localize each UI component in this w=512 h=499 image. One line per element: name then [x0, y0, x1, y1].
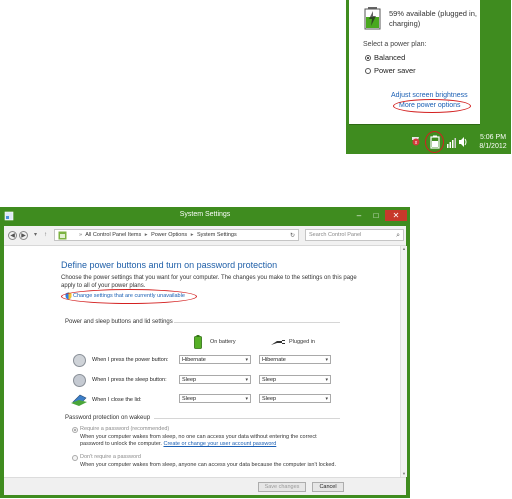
require-password-label: Require a password (recommended) — [80, 426, 170, 432]
back-arrow-icon[interactable]: ◀ — [8, 231, 17, 240]
footer-bar: Save changes Cancel — [4, 477, 406, 495]
laptop-lid-icon — [71, 394, 87, 406]
column-on-battery: On battery — [210, 339, 236, 345]
scroll-up-icon[interactable]: ▲ — [401, 246, 407, 252]
no-password-radio[interactable] — [72, 455, 78, 461]
chevron-down-icon: ▾ — [325, 357, 328, 363]
chevron-down-icon: ▾ — [325, 377, 328, 383]
address-bar: ◀ ▶ ▾ ↑ » All Control Panel Items ▸ Powe… — [4, 226, 406, 246]
power-button-battery-select[interactable]: Hibernate ▾ — [179, 355, 251, 364]
plan-option-power-saver[interactable]: Power saver — [365, 66, 416, 75]
lid-battery-select[interactable]: Sleep ▾ — [179, 394, 251, 403]
minimize-button[interactable]: – — [351, 210, 367, 221]
forward-arrow-icon[interactable]: ▶ — [19, 231, 28, 240]
sleep-button-battery-select[interactable]: Sleep ▾ — [179, 375, 251, 384]
taskbar-clock[interactable]: 5:06 PM 8/1/2012 — [476, 133, 510, 151]
breadcrumb-item[interactable]: System Settings — [197, 232, 237, 238]
sleep-button-plugged-select[interactable]: Sleep ▾ — [259, 375, 331, 384]
power-button-icon — [73, 354, 86, 367]
speaker-volume-icon[interactable] — [458, 133, 468, 151]
system-settings-window: System Settings – □ ✕ ◀ ▶ ▾ ↑ » All Cont… — [0, 207, 410, 498]
window-body: ◀ ▶ ▾ ↑ » All Control Panel Items ▸ Powe… — [4, 226, 407, 495]
window-title: System Settings — [179, 211, 231, 218]
breadcrumb: » All Control Panel Items ▸ Power Option… — [79, 232, 237, 238]
battery-charging-icon — [364, 7, 381, 30]
page-description: Choose the power settings that you want … — [61, 275, 357, 289]
search-input[interactable]: Search Control Panel ⌕ — [305, 229, 404, 241]
chevron-down-icon: ▾ — [245, 357, 248, 363]
highlight-ring — [61, 289, 197, 304]
select-value: Sleep — [182, 396, 197, 402]
radio-button[interactable] — [365, 54, 371, 61]
flyout-panel: 59% available (plugged in, charging) Sel… — [349, 0, 480, 124]
main-content: Define power buttons and turn on passwor… — [4, 246, 400, 477]
breadcrumb-item[interactable]: Power Options — [151, 232, 187, 238]
no-password-description: When your computer wakes from sleep, any… — [80, 462, 337, 468]
action-center-flag-icon[interactable]: x — [410, 133, 422, 151]
breadcrumb-item[interactable]: All Control Panel Items — [85, 232, 141, 238]
column-plugged-in: Plugged in — [289, 339, 315, 345]
highlight-ring — [425, 131, 444, 153]
plan-label: Balanced — [374, 53, 406, 62]
row-label: When I press the power button: — [92, 357, 169, 363]
chevron-down-icon: ▾ — [325, 396, 328, 402]
address-box[interactable]: » All Control Panel Items ▸ Power Option… — [54, 229, 299, 241]
power-button-plugged-select[interactable]: Hibernate ▾ — [259, 355, 331, 364]
plan-label: Power saver — [374, 66, 416, 75]
network-signal-icon[interactable] — [446, 133, 456, 151]
row-label: When I press the sleep button: — [92, 377, 167, 383]
divider — [174, 322, 340, 323]
require-password-description: When your computer wakes from sleep, no … — [80, 434, 340, 448]
up-arrow-icon[interactable]: ↑ — [41, 231, 50, 240]
clock-time: 5:06 PM — [479, 134, 507, 141]
clock-date: 8/1/2012 — [479, 143, 507, 150]
radio-button[interactable] — [365, 67, 371, 74]
divider — [154, 418, 340, 419]
highlight-ring — [393, 99, 471, 113]
select-value: Sleep — [262, 377, 277, 383]
battery-status: 59% available (plugged in, charging) — [389, 9, 477, 28]
search-icon[interactable]: ⌕ — [396, 230, 400, 241]
refresh-icon[interactable]: ↻ — [290, 232, 295, 239]
power-flyout: 59% available (plugged in, charging) Sel… — [346, 0, 511, 154]
lid-plugged-select[interactable]: Sleep ▾ — [259, 394, 331, 403]
maximize-button[interactable]: □ — [368, 210, 384, 221]
battery-icon — [194, 335, 202, 349]
divider — [349, 124, 480, 125]
section-power-buttons: Power and sleep buttons and lid settings — [65, 319, 173, 325]
vertical-scrollbar[interactable]: ▲ ▼ — [400, 246, 407, 477]
select-value: Sleep — [262, 396, 277, 402]
select-value: Hibernate — [182, 357, 206, 363]
title-bar[interactable]: System Settings – □ ✕ — [0, 207, 410, 226]
control-panel-icon — [58, 231, 67, 240]
create-password-link[interactable]: Create or change your user account passw… — [163, 441, 276, 447]
search-placeholder: Search Control Panel — [309, 232, 362, 238]
section-password: Password protection on wakeup — [65, 415, 151, 421]
chevron-down-icon[interactable]: ▾ — [31, 231, 40, 240]
no-password-label: Don't require a password — [80, 454, 141, 460]
chevron-down-icon: ▾ — [245, 396, 248, 402]
cancel-button[interactable]: Cancel — [312, 482, 344, 492]
plan-title: Select a power plan: — [363, 41, 427, 48]
power-plug-icon — [271, 340, 285, 345]
select-value: Sleep — [182, 377, 197, 383]
row-label: When I close the lid: — [92, 397, 142, 403]
adjust-brightness-link[interactable]: Adjust screen brightness — [391, 92, 468, 99]
window-controls: – □ ✕ — [351, 210, 407, 221]
plan-option-balanced[interactable]: Balanced — [365, 53, 405, 62]
close-button[interactable]: ✕ — [385, 210, 407, 221]
page-title: Define power buttons and turn on passwor… — [61, 260, 278, 270]
sleep-button-icon — [73, 374, 86, 387]
select-value: Hibernate — [262, 357, 286, 363]
save-changes-button[interactable]: Save changes — [258, 482, 306, 492]
chevron-down-icon: ▾ — [245, 377, 248, 383]
require-password-radio[interactable] — [72, 427, 78, 433]
